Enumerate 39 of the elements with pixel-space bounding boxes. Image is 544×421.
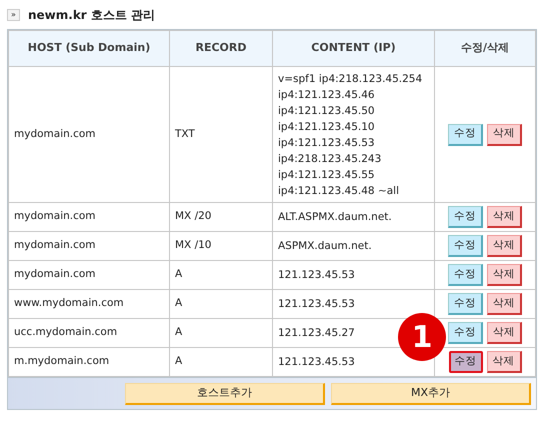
table-cell: v=spf1 ip4:218.123.45.254 ip4:121.123.45.46 ip4:121.123.45.50 ip4:121.123.45.10 ip4:121.123.45.53 ip4:218.123.45.243 ip4:121.123.45.55 ip4:121.123.45.48 ~all: [272, 66, 434, 202]
column-header: RECORD: [170, 30, 272, 66]
column-header: 수정/삭제: [434, 30, 536, 66]
edit-button[interactable]: 수정: [448, 293, 483, 315]
table-cell: MX /10: [170, 232, 272, 260]
edit-button[interactable]: 수정: [448, 206, 483, 228]
delete-button[interactable]: 삭제: [487, 235, 522, 257]
table-cell: ALT.ASPMX.daum.net.: [272, 202, 434, 232]
delete-button[interactable]: 삭제: [487, 322, 522, 344]
edit-button[interactable]: 수정: [448, 235, 483, 257]
table-cell: A: [170, 260, 272, 290]
table-cell: mydomain.com: [8, 66, 170, 202]
table-cell: TXT: [170, 66, 272, 202]
edit-button[interactable]: 수정: [448, 124, 483, 146]
add-button[interactable]: 호스트추가: [125, 382, 325, 404]
column-header: HOST (Sub Domain): [8, 30, 170, 66]
edit-button[interactable]: 수정: [448, 351, 482, 373]
column-header: CONTENT (IP): [272, 30, 434, 66]
callout-badge: 1: [398, 313, 446, 361]
table-cell: www.mydomain.com: [8, 290, 170, 318]
table-cell: mydomain.com: [8, 202, 170, 232]
edit-button[interactable]: 수정: [448, 322, 483, 344]
delete-button[interactable]: 삭제: [487, 293, 522, 315]
bullet-marker: »: [7, 9, 20, 21]
table-cell: 121.123.45.53: [272, 260, 434, 290]
delete-button[interactable]: 삭제: [487, 206, 522, 228]
table-cell: ucc.mydomain.com: [8, 318, 170, 348]
table-cell: A: [170, 290, 272, 318]
table-cell: ASPMX.daum.net.: [272, 232, 434, 260]
table-cell: mydomain.com: [8, 260, 170, 290]
table-cell: mydomain.com: [8, 232, 170, 260]
delete-button[interactable]: 삭제: [487, 264, 522, 286]
table-cell: MX /20: [170, 202, 272, 232]
delete-button[interactable]: 삭제: [486, 351, 522, 373]
table-cell: A: [170, 318, 272, 348]
add-button[interactable]: MX추가: [331, 382, 531, 404]
delete-button[interactable]: 삭제: [487, 124, 522, 146]
page-title: newm.kr 호스트 관리: [28, 7, 156, 24]
edit-button[interactable]: 수정: [448, 264, 483, 286]
